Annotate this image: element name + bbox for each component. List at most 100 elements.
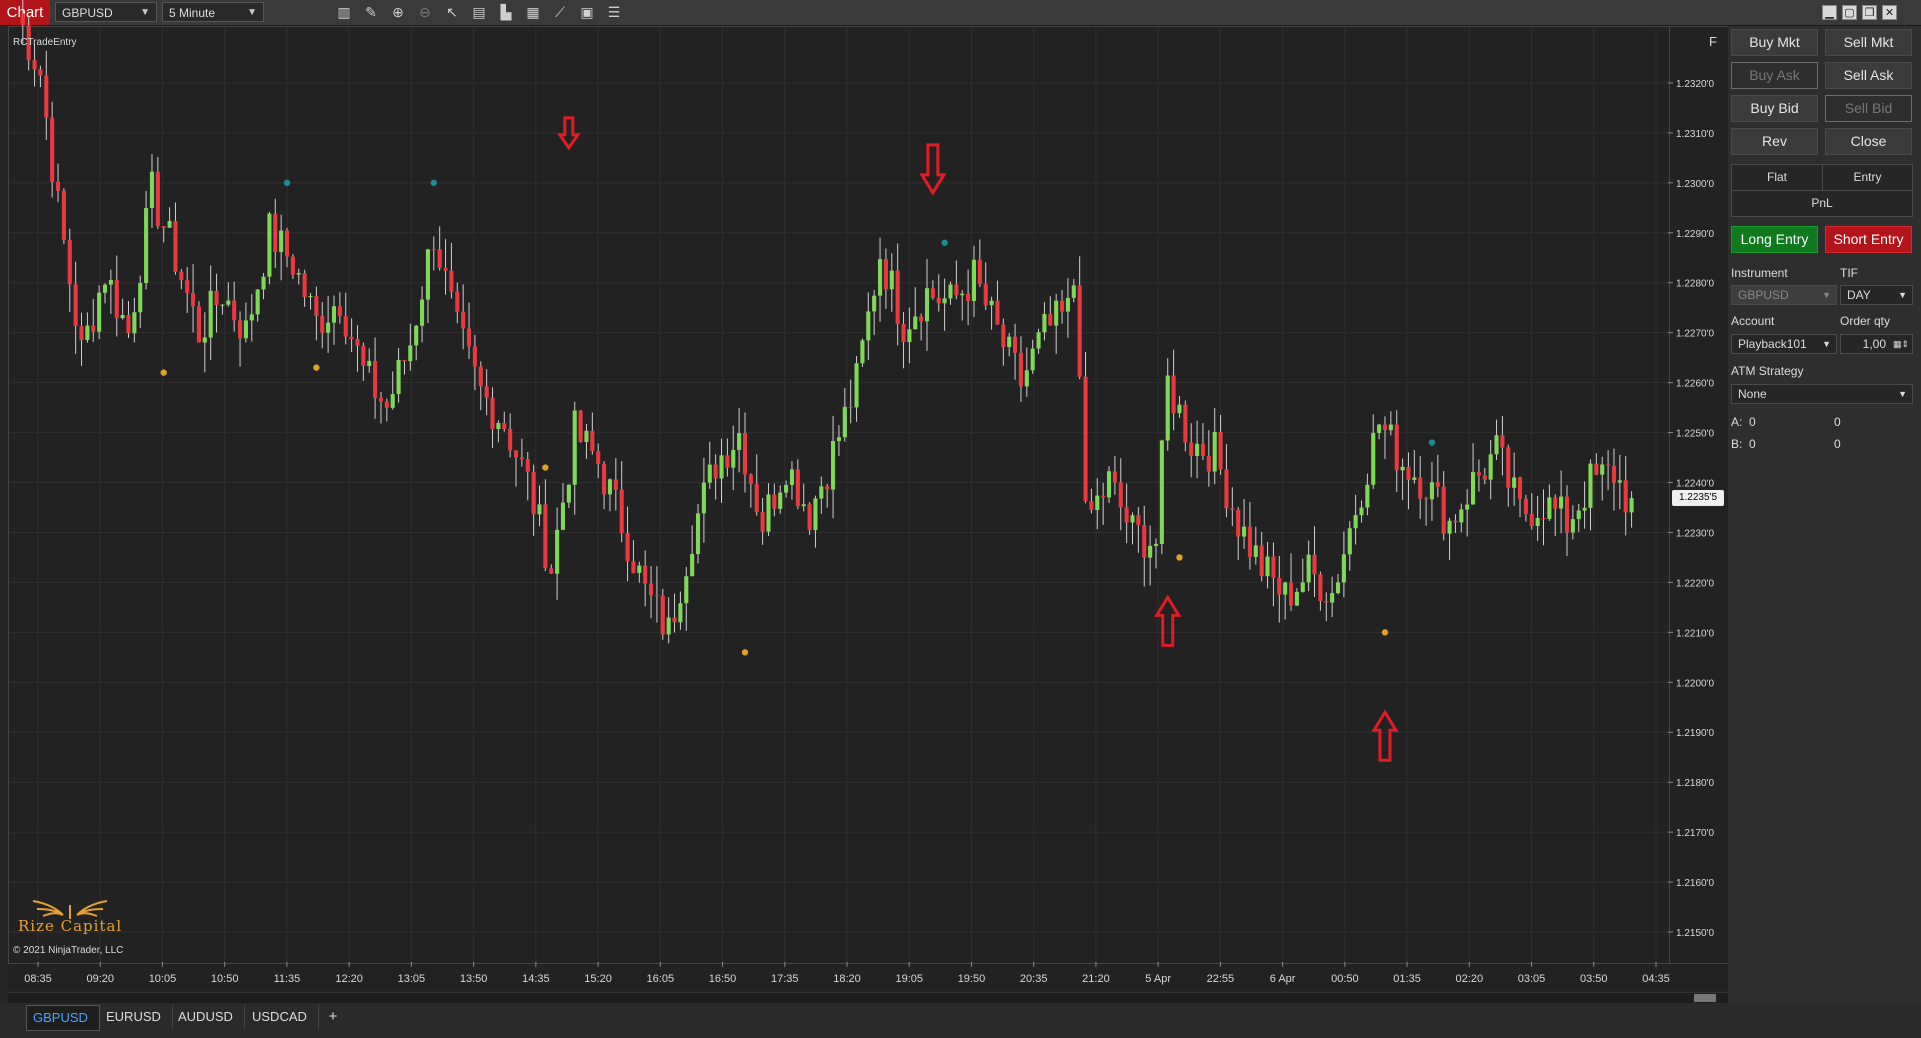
buy-market-button[interactable]: Buy Mkt xyxy=(1731,29,1818,56)
candle-up xyxy=(1371,432,1376,485)
candle-up xyxy=(1459,509,1464,523)
candle-up xyxy=(766,494,771,532)
add-tab-button[interactable]: + xyxy=(322,1005,344,1029)
signal-dot-low xyxy=(542,464,549,471)
candle-up xyxy=(267,213,272,277)
time-tick-label: 22:55 xyxy=(1207,973,1235,985)
tab-audusd[interactable]: AUDUSD xyxy=(172,1005,245,1029)
candle-up xyxy=(132,312,137,334)
restore-icon[interactable]: ❐ xyxy=(1862,5,1877,20)
candle-down xyxy=(161,226,166,228)
candle-up xyxy=(1377,424,1382,433)
candle-up xyxy=(1582,507,1587,511)
price-tick-label: 1.2240'0 xyxy=(1676,479,1714,490)
arrow-up-icon xyxy=(1154,594,1182,647)
candle-up xyxy=(560,502,566,530)
tab-usdcad[interactable]: USDCAD xyxy=(246,1005,319,1029)
candle-down xyxy=(61,190,66,240)
candle-up xyxy=(85,325,90,341)
horizontal-scrollbar[interactable] xyxy=(8,992,1728,1003)
tile-icon[interactable]: ▢ xyxy=(1842,5,1857,20)
candle-up xyxy=(1212,431,1217,472)
sell-market-button[interactable]: Sell Mkt xyxy=(1825,29,1912,56)
candle-up xyxy=(1294,591,1299,606)
instrument-label: Instrument xyxy=(1731,266,1788,280)
candle-up xyxy=(1570,519,1575,533)
candle-up xyxy=(208,290,213,338)
candle-up xyxy=(390,394,395,408)
arrow-down-icon xyxy=(919,143,947,196)
close-position-button[interactable]: Close xyxy=(1825,128,1912,155)
candle-up xyxy=(1576,510,1581,520)
candle-up xyxy=(279,230,284,253)
scrollbar-thumb[interactable] xyxy=(1694,994,1716,1002)
price-chart[interactable]: 1.2320'0 1.2310'0 1.2300'0 1.2290'0 1.2280'0… xyxy=(0,0,1728,992)
candle-down xyxy=(807,504,812,531)
candle-down xyxy=(1247,526,1252,557)
candle-up xyxy=(842,406,847,438)
a-value-2: 0 xyxy=(1834,415,1841,429)
short-entry-button[interactable]: Short Entry xyxy=(1825,226,1912,253)
time-tick-label: 15:20 xyxy=(584,973,612,985)
account-select-value: Playback101 xyxy=(1738,337,1807,351)
candle-down xyxy=(302,273,307,298)
reverse-button[interactable]: Rev xyxy=(1731,128,1818,155)
tab-gbpusd[interactable]: GBPUSD xyxy=(26,1005,100,1031)
candle-up xyxy=(860,340,865,364)
candle-down xyxy=(437,249,442,269)
tab-eurusd[interactable]: EURUSD xyxy=(100,1005,173,1029)
atm-strategy-select[interactable]: None ▼ xyxy=(1731,384,1913,404)
tif-select[interactable]: DAY ▼ xyxy=(1840,285,1913,305)
candle-down xyxy=(508,428,513,451)
account-select[interactable]: Playback101 ▼ xyxy=(1731,334,1837,354)
candle-up xyxy=(255,289,260,315)
instrument-select[interactable]: GBPUSD ▼ xyxy=(1731,285,1837,305)
candle-down xyxy=(625,533,630,562)
candle-down xyxy=(55,181,61,191)
candle-up xyxy=(678,603,683,623)
candle-down xyxy=(1142,524,1147,558)
candle-down xyxy=(38,69,43,76)
long-entry-button[interactable]: Long Entry xyxy=(1731,226,1818,253)
candle-down xyxy=(1183,404,1188,443)
minimize-icon[interactable]: ▁ xyxy=(1822,5,1837,20)
signal-dot-low xyxy=(313,364,320,371)
buy-ask-button[interactable]: Buy Ask xyxy=(1731,62,1818,89)
time-tick-label: 03:05 xyxy=(1518,973,1546,985)
calculator-icon[interactable]: ▦⇕ xyxy=(1893,335,1909,353)
candle-up xyxy=(108,279,113,285)
candle-down xyxy=(402,359,407,362)
close-icon[interactable]: ✕ xyxy=(1882,5,1897,20)
candle-up xyxy=(1400,466,1405,471)
candle-up xyxy=(1470,472,1476,505)
sell-bid-button[interactable]: Sell Bid xyxy=(1825,95,1912,122)
candle-down xyxy=(966,293,971,302)
candle-up xyxy=(167,221,172,228)
candle-up xyxy=(1347,528,1352,555)
candle-down xyxy=(1606,464,1611,466)
candle-down xyxy=(1553,497,1558,509)
sell-ask-button[interactable]: Sell Ask xyxy=(1825,62,1912,89)
candle-up xyxy=(1283,582,1288,595)
candle-down xyxy=(549,568,554,574)
candle-up xyxy=(813,498,818,531)
candle-up xyxy=(1300,582,1305,592)
time-tick-label: 02:20 xyxy=(1456,973,1484,985)
signal-dot-high xyxy=(1428,439,1436,446)
order-qty-stepper[interactable]: 1,00 ▦⇕ xyxy=(1840,334,1913,354)
candle-up xyxy=(854,363,859,408)
candle-up xyxy=(1512,477,1517,488)
f-button[interactable]: F xyxy=(1705,34,1721,50)
candle-down xyxy=(284,230,290,257)
candle-down xyxy=(883,259,888,290)
candle-down xyxy=(1224,469,1229,509)
candle-up xyxy=(120,314,125,319)
buy-bid-button[interactable]: Buy Bid xyxy=(1731,95,1818,122)
candle-down xyxy=(725,455,730,468)
candle-down xyxy=(772,494,777,509)
candle-up xyxy=(1600,464,1605,475)
candle-down xyxy=(1288,582,1294,606)
candle-up xyxy=(1447,520,1452,534)
candle-up xyxy=(731,449,736,468)
candle-down xyxy=(1136,515,1141,525)
